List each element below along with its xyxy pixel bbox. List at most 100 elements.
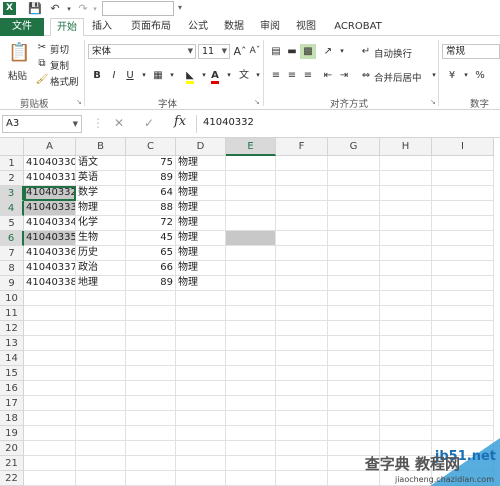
cell-d22[interactable] bbox=[176, 471, 226, 486]
cell-i6[interactable] bbox=[432, 231, 494, 246]
cell-d3[interactable]: 物理 bbox=[176, 186, 226, 201]
cell-e11[interactable] bbox=[226, 306, 276, 321]
cell-c9[interactable]: 89 bbox=[126, 276, 176, 291]
cell-f17[interactable] bbox=[276, 396, 328, 411]
cell-d18[interactable] bbox=[176, 411, 226, 426]
copy-icon[interactable]: ⧉ bbox=[34, 56, 50, 71]
column-header-f[interactable]: F bbox=[276, 138, 328, 156]
cell-c6[interactable]: 45 bbox=[126, 231, 176, 246]
cell-f5[interactable] bbox=[276, 216, 328, 231]
cell-c11[interactable] bbox=[126, 306, 176, 321]
cell-e7[interactable] bbox=[226, 246, 276, 261]
cell-b21[interactable] bbox=[76, 456, 126, 471]
cell-c7[interactable]: 65 bbox=[126, 246, 176, 261]
bold-button[interactable]: B bbox=[89, 68, 105, 83]
column-header-a[interactable]: A bbox=[24, 138, 76, 156]
row-header-6[interactable]: 6 bbox=[0, 231, 24, 246]
cell-e1[interactable] bbox=[226, 156, 276, 171]
cell-e3[interactable] bbox=[226, 186, 276, 201]
percent-button[interactable]: % bbox=[472, 68, 488, 83]
cell-h1[interactable] bbox=[380, 156, 432, 171]
copy-button[interactable]: 复制 bbox=[50, 58, 69, 72]
row-header-5[interactable]: 5 bbox=[0, 216, 24, 231]
cell-a21[interactable] bbox=[24, 456, 76, 471]
cell-f1[interactable] bbox=[276, 156, 328, 171]
row-header-16[interactable]: 16 bbox=[0, 381, 24, 396]
worksheet-grid[interactable]: ABCDEFGHI 1 2 3 4 5 6 7 8 9 10 11 12 13 14 15 16 17 18 19 2… bbox=[0, 138, 500, 486]
cell-f3[interactable] bbox=[276, 186, 328, 201]
format-painter-button[interactable]: 格式刷 bbox=[50, 74, 79, 88]
row-header-8[interactable]: 8 bbox=[0, 261, 24, 276]
cell-a18[interactable] bbox=[24, 411, 76, 426]
cell-d11[interactable] bbox=[176, 306, 226, 321]
insert-function-button[interactable]: fx bbox=[174, 114, 186, 129]
cell-b11[interactable] bbox=[76, 306, 126, 321]
cell-b2[interactable]: 英语 bbox=[76, 171, 126, 186]
cell-g14[interactable] bbox=[328, 351, 380, 366]
tab-view[interactable]: 视图 bbox=[290, 18, 322, 36]
cell-b17[interactable] bbox=[76, 396, 126, 411]
cell-h3[interactable] bbox=[380, 186, 432, 201]
wrap-text-icon[interactable]: ↵ bbox=[358, 44, 374, 59]
column-header-i[interactable]: I bbox=[432, 138, 494, 156]
cell-a20[interactable] bbox=[24, 441, 76, 456]
select-all-corner[interactable] bbox=[0, 138, 24, 156]
cell-d16[interactable] bbox=[176, 381, 226, 396]
cell-f10[interactable] bbox=[276, 291, 328, 306]
cell-g6[interactable] bbox=[328, 231, 380, 246]
cell-c22[interactable] bbox=[126, 471, 176, 486]
cell-e17[interactable] bbox=[226, 396, 276, 411]
cell-e18[interactable] bbox=[226, 411, 276, 426]
cell-g4[interactable] bbox=[328, 201, 380, 216]
cell-g11[interactable] bbox=[328, 306, 380, 321]
cell-a9[interactable]: 41040338 bbox=[24, 276, 76, 291]
row-header-22[interactable]: 22 bbox=[0, 471, 24, 486]
cell-b9[interactable]: 地理 bbox=[76, 276, 126, 291]
cell-g9[interactable] bbox=[328, 276, 380, 291]
cell-h4[interactable] bbox=[380, 201, 432, 216]
cell-e16[interactable] bbox=[226, 381, 276, 396]
cell-i2[interactable] bbox=[432, 171, 494, 186]
cell-h15[interactable] bbox=[380, 366, 432, 381]
orientation-dropdown-icon[interactable]: ▾ bbox=[334, 44, 350, 59]
number-format-combo[interactable]: 常规 bbox=[442, 44, 500, 59]
cell-h10[interactable] bbox=[380, 291, 432, 306]
cell-e20[interactable] bbox=[226, 441, 276, 456]
cell-i18[interactable] bbox=[432, 411, 494, 426]
italic-button[interactable]: I bbox=[106, 68, 122, 83]
cell-b13[interactable] bbox=[76, 336, 126, 351]
wrap-text-button[interactable]: 自动换行 bbox=[374, 46, 412, 60]
column-header-c[interactable]: C bbox=[126, 138, 176, 156]
cell-b6[interactable]: 生物 bbox=[76, 231, 126, 246]
row-header-10[interactable]: 10 bbox=[0, 291, 24, 306]
cell-d5[interactable]: 物理 bbox=[176, 216, 226, 231]
cell-h18[interactable] bbox=[380, 411, 432, 426]
cell-f2[interactable] bbox=[276, 171, 328, 186]
quick-access-input[interactable] bbox=[102, 1, 174, 16]
cell-h12[interactable] bbox=[380, 321, 432, 336]
cell-i4[interactable] bbox=[432, 201, 494, 216]
cut-icon[interactable]: ✂ bbox=[34, 40, 50, 55]
cell-i14[interactable] bbox=[432, 351, 494, 366]
cell-d8[interactable]: 物理 bbox=[176, 261, 226, 276]
cell-i12[interactable] bbox=[432, 321, 494, 336]
cell-c10[interactable] bbox=[126, 291, 176, 306]
cell-g1[interactable] bbox=[328, 156, 380, 171]
cell-f12[interactable] bbox=[276, 321, 328, 336]
cell-h2[interactable] bbox=[380, 171, 432, 186]
cell-i8[interactable] bbox=[432, 261, 494, 276]
column-header-h[interactable]: H bbox=[380, 138, 432, 156]
cell-f4[interactable] bbox=[276, 201, 328, 216]
cell-c15[interactable] bbox=[126, 366, 176, 381]
cell-h17[interactable] bbox=[380, 396, 432, 411]
borders-dropdown-icon[interactable]: ▾ bbox=[164, 68, 180, 83]
cell-h13[interactable] bbox=[380, 336, 432, 351]
format-painter-icon[interactable]: 🖌 bbox=[34, 72, 50, 87]
cell-d10[interactable] bbox=[176, 291, 226, 306]
row-header-1[interactable]: 1 bbox=[0, 156, 24, 171]
align-left-icon[interactable]: ≡ bbox=[268, 68, 284, 83]
formula-input[interactable]: 41040332 bbox=[196, 115, 500, 133]
cell-a17[interactable] bbox=[24, 396, 76, 411]
cell-d7[interactable]: 物理 bbox=[176, 246, 226, 261]
cell-a12[interactable] bbox=[24, 321, 76, 336]
